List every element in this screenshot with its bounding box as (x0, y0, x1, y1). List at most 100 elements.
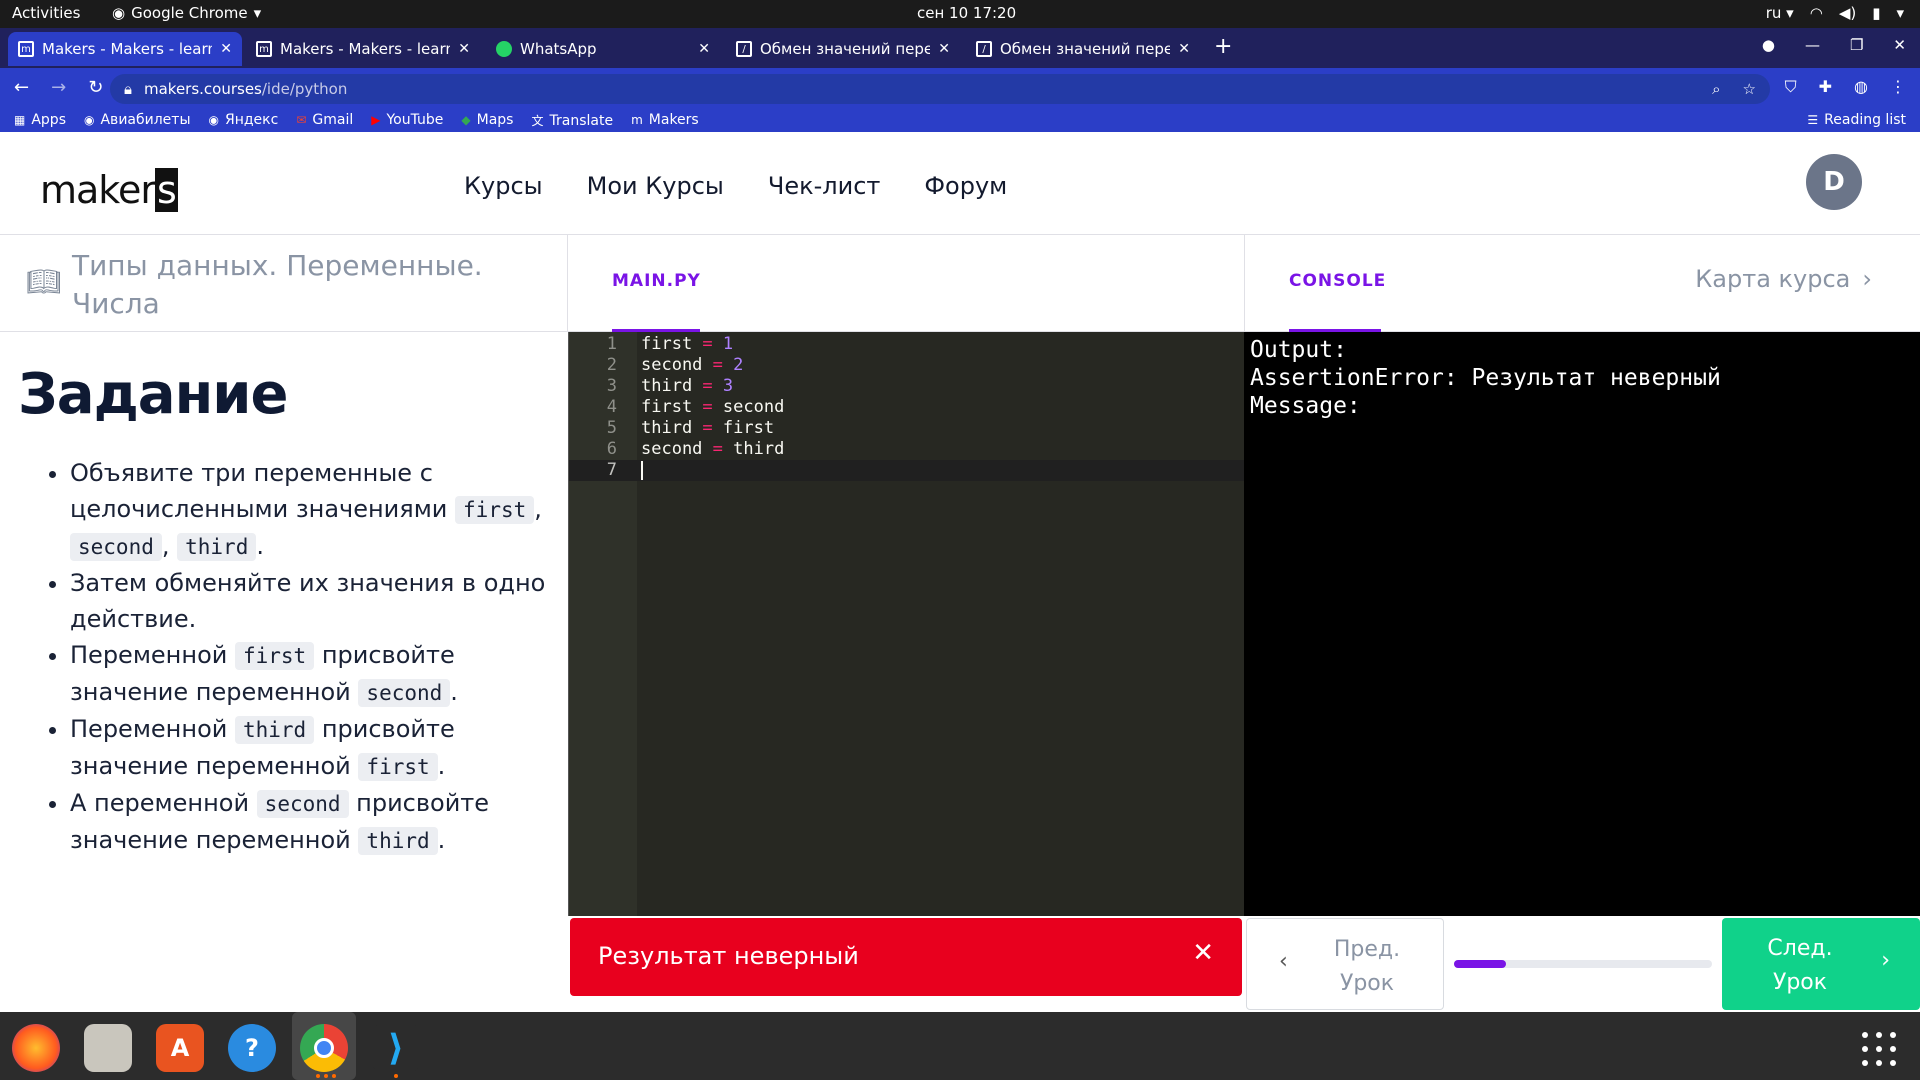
task-text: А переменной (70, 789, 257, 817)
system-tray[interactable]: ru ▾ ◠ ◀) ▮ ▾ (1766, 4, 1904, 22)
chevron-left-icon: ‹ (1279, 949, 1288, 974)
app-menu[interactable]: ◉ Google Chrome ▾ (112, 4, 261, 22)
files-icon[interactable] (84, 1024, 132, 1072)
next-lesson-button[interactable]: След. Урок › (1722, 918, 1920, 1010)
help-icon[interactable]: ? (228, 1024, 276, 1072)
show-apps-grid-icon[interactable] (1862, 1032, 1896, 1066)
code-line: 7 (569, 460, 1244, 481)
list-item: А переменной second присвойте значение п… (70, 785, 548, 859)
back-arrow-icon[interactable]: ← (14, 77, 29, 98)
url-bar[interactable]: 🔒︎ makers.courses/ide/python ⌕ ☆ (110, 74, 1770, 104)
browser-tab[interactable]: m Makers - Makers - learn every ✕ (8, 32, 242, 66)
more-menu-icon[interactable]: ⋮ (1890, 77, 1906, 97)
code-editor[interactable]: 1 first = 1 2 second = 2 3 third = 3 4 first = … (568, 332, 1244, 916)
close-tab-icon[interactable]: ✕ (458, 41, 470, 57)
bookmark-makers[interactable]: m Makers (631, 112, 699, 128)
reading-list-button[interactable]: ☰ Reading list (1807, 112, 1906, 128)
reload-icon[interactable]: ↻ (88, 77, 103, 98)
code-text (617, 460, 643, 481)
task-panel: Задание Объявите три переменные с целочи… (0, 332, 568, 1012)
software-store-icon[interactable]: A (156, 1024, 204, 1072)
course-map-label: Карта курса (1695, 265, 1851, 293)
language-indicator[interactable]: ru ▾ (1766, 4, 1794, 22)
browser-tab[interactable]: / Обмен значений переменных ✕ (966, 32, 1200, 66)
inline-code: first (455, 496, 535, 524)
browser-tab[interactable]: WhatsApp ✕ (486, 32, 720, 66)
lesson-header: 📖︎ Типы данных. Переменные. Числа (0, 235, 568, 332)
bookmark-label: Apps (31, 112, 66, 128)
console-output: Output: AssertionError: Результат неверн… (1244, 332, 1920, 916)
tab-main-py[interactable]: MAIN.PY (612, 271, 701, 291)
bookmark-youtube[interactable]: ▶ YouTube (371, 112, 443, 128)
list-item: Переменной first присвойте значение пере… (70, 637, 548, 711)
site-header: makers Курсы Мои Курсы Чек-лист Форум D (0, 132, 1920, 235)
line-number: 1 (606, 334, 617, 354)
close-tab-icon[interactable]: ✕ (1178, 41, 1190, 57)
profile-avatar-icon[interactable]: ◍ (1854, 77, 1868, 97)
close-window-button[interactable]: ✕ (1893, 36, 1906, 54)
shield-icon[interactable]: ⛉ (1785, 77, 1797, 97)
nav-courses[interactable]: Курсы (464, 172, 543, 200)
line-number: 6 (606, 439, 617, 459)
clock[interactable]: сен 10 17:20 (917, 4, 1016, 22)
running-indicator (394, 1074, 398, 1078)
zoom-icon[interactable]: ⌕ (1712, 80, 1720, 98)
vscode-icon[interactable]: ⟩ (372, 1024, 420, 1072)
prev-lesson-button[interactable]: ‹ Пред. Урок (1246, 918, 1444, 1010)
tab-console[interactable]: CONSOLE (1289, 271, 1386, 291)
inline-code: third (358, 827, 438, 855)
task-text: Объявите три переменные с целочисленными… (70, 459, 456, 523)
activities-button[interactable]: Activities (12, 4, 80, 22)
profile-status-icon[interactable]: ● (1762, 36, 1775, 54)
address-toolbar: ← → ↻ 🔒︎ makers.courses/ide/python ⌕ ☆ ⛉… (0, 68, 1920, 108)
task-text: Затем обменяйте их значения в одно дейст… (70, 569, 546, 633)
firefox-icon[interactable] (12, 1024, 60, 1072)
code-text: first = 1 (641, 334, 734, 354)
bookmark-maps[interactable]: ◆ Maps (461, 112, 513, 128)
code-line: 1 first = 1 (569, 334, 1244, 355)
bookmark-translate[interactable]: 文 Translate (531, 112, 613, 129)
chevron-right-icon: › (1881, 948, 1890, 973)
makers-logo[interactable]: makers (40, 168, 178, 212)
user-avatar[interactable]: D (1806, 154, 1862, 210)
nav-checklist[interactable]: Чек-лист (768, 172, 881, 200)
bookmark-apps[interactable]: ▦ Apps (14, 112, 66, 128)
close-tab-icon[interactable]: ✕ (698, 41, 710, 57)
new-tab-button[interactable]: + (1214, 34, 1232, 59)
bookmark-gmail[interactable]: ✉ Gmail (296, 112, 353, 128)
maps-icon: ◆ (461, 113, 471, 127)
reading-list-icon: ☰ (1807, 113, 1819, 127)
line-number: 7 (606, 460, 617, 480)
task-text: . (437, 752, 446, 780)
inline-code: first (358, 753, 438, 781)
nav-forum[interactable]: Форум (924, 172, 1007, 200)
bookmark-star-icon[interactable]: ☆ (1743, 80, 1756, 98)
text-cursor (641, 460, 643, 480)
maximize-button[interactable]: ❐ (1850, 36, 1863, 54)
code-line: 4 first = second (569, 397, 1244, 418)
globe-icon: ◉ (208, 113, 219, 127)
browser-tab[interactable]: m Makers - Makers - learn every ✕ (246, 32, 480, 66)
task-text: . (437, 826, 446, 854)
list-item: Затем обменяйте их значения в одно дейст… (70, 565, 548, 637)
os-top-bar: Activities ◉ Google Chrome ▾ сен 10 17:20 … (0, 0, 1920, 28)
console-line: Output: (1250, 337, 1347, 363)
minimize-button[interactable]: — (1805, 36, 1820, 54)
nav-my-courses[interactable]: Мои Курсы (587, 172, 724, 200)
browser-tab[interactable]: / Обмен значений переменных ✕ (726, 32, 960, 66)
tab-title: Makers - Makers - learn every (42, 40, 213, 58)
close-tab-icon[interactable]: ✕ (938, 41, 950, 57)
bookmark-yandex[interactable]: ◉ Яндекс (209, 112, 279, 128)
bookmark-aviabilety[interactable]: ◉ Авиабилеты (84, 112, 191, 128)
close-tab-icon[interactable]: ✕ (220, 41, 232, 57)
chrome-icon[interactable] (300, 1024, 348, 1072)
window-controls: ● — ❐ ✕ (1748, 28, 1920, 62)
task-text: , (534, 495, 542, 523)
forward-arrow-icon[interactable]: → (51, 77, 66, 98)
tab-title: WhatsApp (520, 40, 597, 58)
running-indicator (324, 1074, 328, 1078)
extensions-icon[interactable]: ✚ (1819, 77, 1832, 97)
makers-favicon-icon: m (631, 113, 643, 127)
close-icon[interactable]: ✕ (1192, 938, 1214, 968)
course-map-link[interactable]: Карта курса › (1695, 265, 1872, 293)
